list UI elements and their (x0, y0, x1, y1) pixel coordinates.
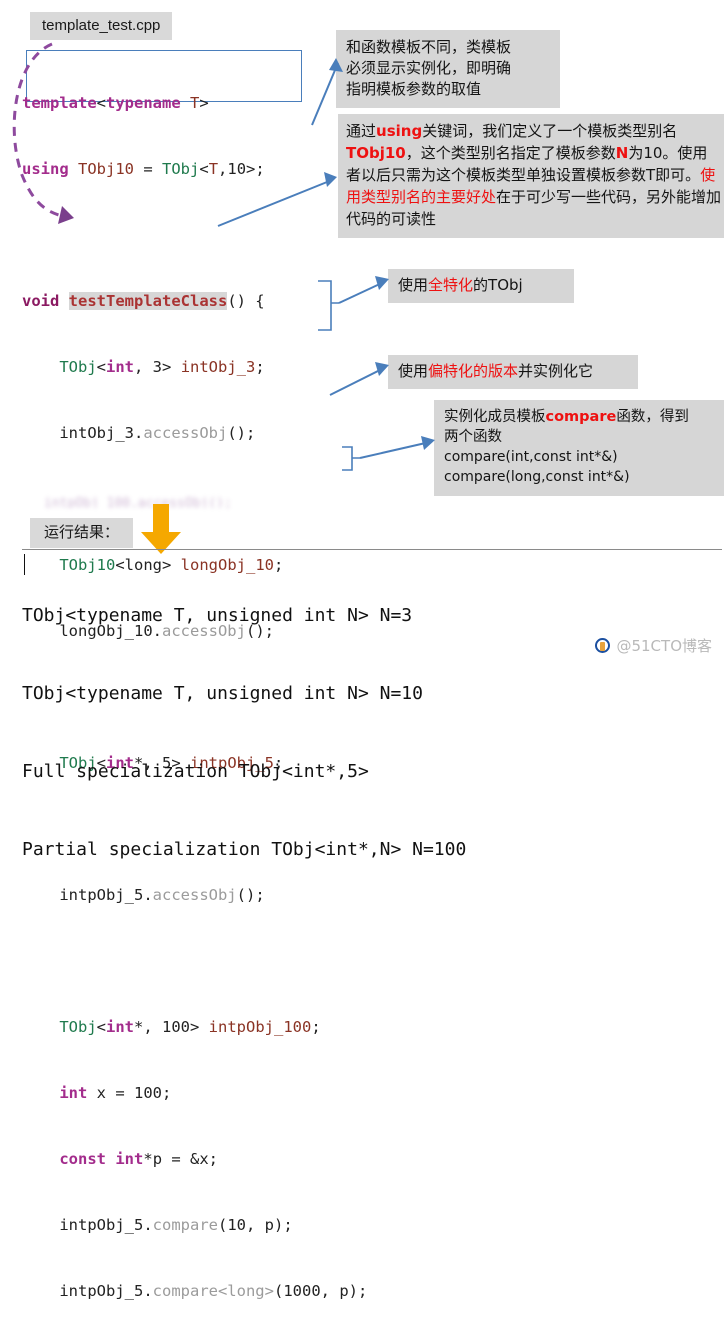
note-line: 和函数模板不同，类模板 (346, 38, 512, 56)
note-seg-highlight: 偏特化的版本 (428, 362, 519, 380)
console-line: Partial specialization TObj<int*,N> N=10… (22, 839, 467, 860)
note-seg: 独设置模板参数T即可。 (541, 166, 701, 184)
code-line: const int*p = &x; (59, 1150, 219, 1168)
code-line: intObj_3.accessObj(); (22, 424, 256, 442)
console-line: Full specialization TObj<int*,5> (22, 761, 369, 782)
note-seg: 使用 (398, 276, 429, 294)
code-line: void testTemplateClass() { (22, 292, 265, 310)
note-seg: 使用 (398, 362, 429, 380)
arrow-head-note4 (375, 362, 389, 376)
note-line: 指明模板参数的取值 (346, 80, 482, 98)
watermark: @51CTO博客 (595, 635, 712, 656)
note-member-template-compare: 实例化成员模板compare函数，得到 两个函数 compare(int,con… (434, 400, 724, 496)
note-seg: 实例化成员模板 (444, 409, 546, 425)
note-line: 必须显示实例化，即明确 (346, 59, 512, 77)
note-seg-highlight: 全特化 (428, 276, 474, 294)
watermark-logo-icon (595, 638, 611, 653)
note-line: 两个函数 (444, 429, 502, 445)
code-block: template<typename T> using TObj10 = TObj… (22, 48, 367, 1300)
code-line: using TObj10 = TObj<T,10>; (22, 160, 265, 178)
note-line-signature: compare(long,const int*&) (444, 469, 630, 485)
note-seg: 的可读性 (376, 210, 437, 228)
console-divider (22, 549, 722, 550)
code-line: template<typename T> (22, 94, 209, 112)
result-label: 运行结果： (30, 518, 134, 548)
code-line: intpObj_5.accessObj(); (22, 886, 265, 904)
note-seg: 并实例化它 (518, 362, 594, 380)
code-line: int x = 100; (59, 1084, 172, 1102)
note-seg-n: N (615, 144, 629, 162)
note-line-signature: compare(int,const int*&) (444, 449, 618, 465)
note-seg: 别名 (647, 122, 678, 140)
code-line: TObj<int, 3> intObj_3; (59, 358, 265, 376)
arrow-line-note5 (359, 441, 431, 459)
note-seg: 的TObj (473, 276, 523, 294)
console-line: TObj<typename T, unsigned int N> N=3 (22, 605, 413, 626)
code-line: intpObj_5.compare<long>(1000, p); (22, 1282, 368, 1300)
file-tab-label: template_test.cpp (30, 12, 173, 40)
console-line: TObj<typename T, unsigned int N> N=10 (22, 683, 423, 704)
code-line: TObj<int*, 100> intpObj_100; (59, 1018, 321, 1036)
note-seg-benefit2: 好处 (466, 188, 497, 206)
note-seg: 函数，得到 (616, 409, 689, 425)
slide-root: template_test.cpp template<typename T> u… (0, 0, 724, 1300)
note-seg-tobj10: TObj10 (346, 144, 406, 162)
code-line: intpObj_5.compare(10, p); (22, 1216, 293, 1234)
note-seg: 通过 (346, 122, 377, 140)
note-partial-specialization: 使用偏特化的版本并实例化它 (388, 355, 638, 389)
note-seg: 关键词，我们定义了一个模板类型 (422, 122, 648, 140)
note-seg-compare: compare (545, 409, 617, 425)
note-seg: ，这个类型别名指定了模板参数 (405, 144, 616, 162)
note-seg-using: using (376, 122, 423, 140)
arrow-head-note3 (375, 276, 389, 290)
note-class-template-explicit: 和函数模板不同，类模板 必须显示实例化，即明确 指明模板参数的取值 (336, 30, 560, 108)
note-line: 实例化成员模板compare函数，得到 (444, 407, 722, 427)
note-full-specialization: 使用全特化的TObj (388, 269, 574, 303)
arrow-head-note5 (421, 436, 435, 450)
watermark-text: @51CTO博客 (616, 637, 712, 655)
note-using-alias: 通过using关键词，我们定义了一个模板类型别名 TObj10，这个类型别名指定了… (338, 114, 724, 238)
